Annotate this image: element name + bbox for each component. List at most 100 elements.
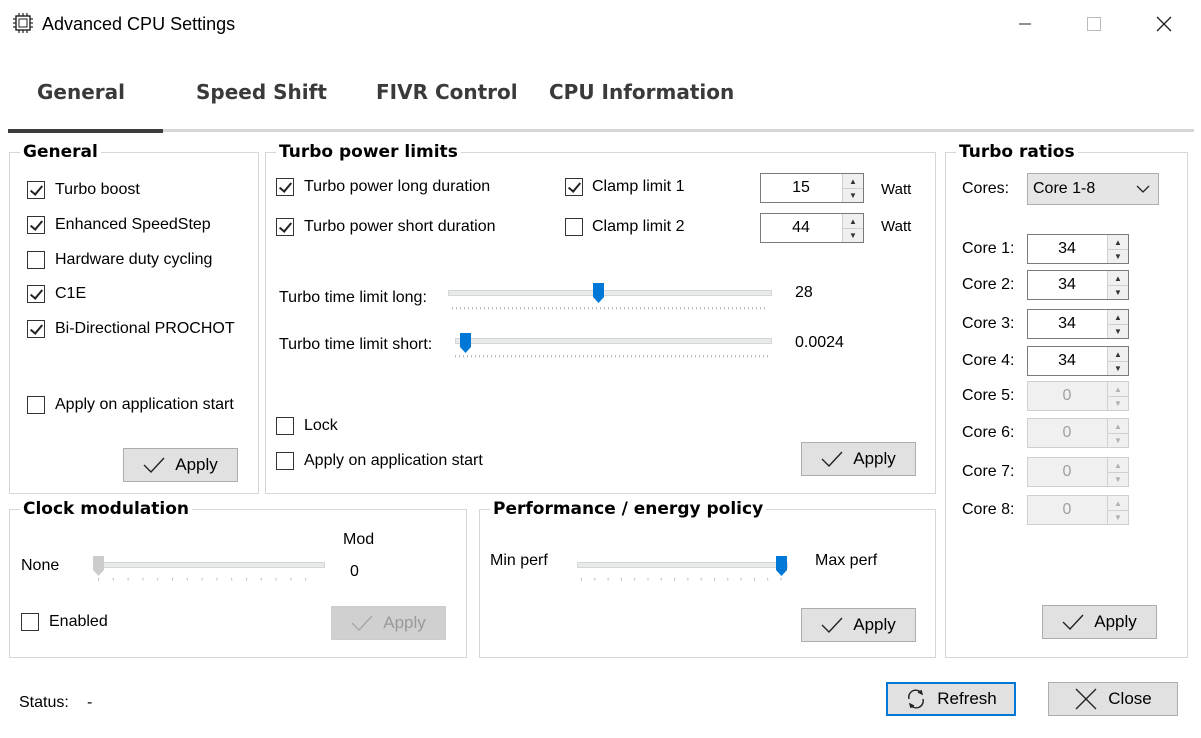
turbo-time-long-value: 28 [795,284,813,301]
clock-modulation-ticks [98,578,320,581]
refresh-icon [908,689,925,709]
general-apply-on-start-label: Apply on application start [55,396,234,413]
clamp-limit-1-label: Clamp limit 1 [592,178,685,195]
cpu-chip-icon [13,13,33,33]
clamp-limit-2-checkbox[interactable] [565,218,583,236]
spin-up-icon[interactable]: ▲ [1108,496,1128,511]
lock-label: Lock [304,417,338,434]
spin-up-icon[interactable]: ▲ [1108,419,1128,434]
core-2-spinner[interactable]: 34 ▲ ▼ [1027,270,1129,300]
clock-enabled-checkbox[interactable] [21,613,39,631]
turbo-apply-on-start-checkbox[interactable] [276,452,294,470]
spin-down-icon[interactable]: ▼ [843,188,863,202]
general-apply-on-start-checkbox[interactable] [27,396,45,414]
tab-general[interactable]: General [37,80,125,104]
spin-down-icon[interactable]: ▼ [1108,249,1128,263]
cores-dropdown-value: Core 1-8 [1033,180,1096,197]
power-limit-1-value: 15 [792,179,810,196]
tab-speed-shift[interactable]: Speed Shift [196,80,327,104]
core-7-value: 0 [1062,463,1072,480]
turbo-time-long-ticks [452,307,768,310]
core-8-value: 0 [1062,501,1072,518]
refresh-button[interactable]: Refresh [886,682,1016,716]
spin-down-icon[interactable]: ▼ [1108,510,1128,524]
spin-up-icon[interactable]: ▲ [843,214,863,229]
clock-mod-label: Mod [343,531,375,548]
turbo-boost-checkbox[interactable] [27,181,45,199]
spin-down-icon[interactable]: ▼ [843,228,863,242]
core-3-spinner[interactable]: 34 ▲ ▼ [1027,309,1129,339]
power-limit-2-unit: Watt [881,218,912,235]
checkmark-icon [1062,614,1084,630]
clamp-limit-1-checkbox[interactable] [565,178,583,196]
power-limit-2-value: 44 [792,219,810,236]
clock-modulation-title: Clock modulation [20,499,192,519]
power-limit-1-spinner[interactable]: 15 ▲ ▼ [760,173,864,203]
turbo-ratios-apply-button[interactable]: Apply [1042,605,1157,639]
spin-down-icon[interactable]: ▼ [1108,433,1128,447]
general-apply-button[interactable]: Apply [123,448,238,482]
tab-divider [8,129,1194,132]
spin-down-icon[interactable]: ▼ [1108,396,1128,410]
minimize-button[interactable] [1002,8,1048,40]
enhanced-speedstep-checkbox[interactable] [27,216,45,234]
power-limit-2-spinner[interactable]: 44 ▲ ▼ [760,213,864,243]
core-6-label: Core 6: [962,424,1015,441]
spin-down-icon[interactable]: ▼ [1108,285,1128,299]
close-button[interactable]: Close [1048,682,1178,716]
core-6-spinner[interactable]: 0 ▲ ▼ [1027,418,1129,448]
spin-up-icon[interactable]: ▲ [843,174,863,189]
chevron-down-icon [1136,185,1150,193]
core-7-spinner[interactable]: 0 ▲ ▼ [1027,457,1129,487]
clock-modulation-track[interactable] [96,562,325,568]
cores-dropdown[interactable]: Core 1-8 [1027,173,1159,205]
clock-apply-button[interactable]: Apply [331,606,446,640]
turbo-boost-label: Turbo boost [55,181,140,198]
spin-up-icon[interactable]: ▲ [1108,347,1128,362]
tab-cpu-information[interactable]: CPU Information [549,80,734,104]
spin-up-icon[interactable]: ▲ [1108,310,1128,325]
c1e-checkbox[interactable] [27,285,45,303]
turbo-time-short-track[interactable] [455,338,772,344]
hardware-duty-cycling-label: Hardware duty cycling [55,251,213,268]
checkmark-icon [821,451,843,467]
perf-policy-apply-button[interactable]: Apply [801,608,916,642]
bidirectional-prochot-checkbox[interactable] [27,320,45,338]
hardware-duty-cycling-checkbox[interactable] [27,251,45,269]
close-window-button[interactable] [1141,8,1187,40]
title-bar: Advanced CPU Settings [0,0,1201,48]
core-1-spinner[interactable]: 34 ▲ ▼ [1027,234,1129,264]
lock-checkbox[interactable] [276,417,294,435]
core-6-value: 0 [1062,424,1072,441]
core-4-label: Core 4: [962,352,1015,369]
spin-up-icon[interactable]: ▲ [1108,235,1128,250]
core-7-label: Core 7: [962,463,1015,480]
maximize-button[interactable] [1071,8,1117,40]
clock-enabled-label: Enabled [49,613,108,630]
tab-fivr-control[interactable]: FIVR Control [376,80,518,104]
core-5-label: Core 5: [962,387,1015,404]
core-8-spinner[interactable]: 0 ▲ ▼ [1027,495,1129,525]
min-perf-label: Min perf [490,552,548,569]
status-label: Status: [19,694,69,711]
spin-up-icon[interactable]: ▲ [1108,458,1128,473]
turbo-power-long-checkbox[interactable] [276,178,294,196]
spin-down-icon[interactable]: ▼ [1108,472,1128,486]
turbo-power-long-label: Turbo power long duration [304,178,491,195]
turbo-power-apply-button[interactable]: Apply [801,442,916,476]
core-3-value: 34 [1058,315,1076,332]
core-8-label: Core 8: [962,501,1015,518]
turbo-power-short-label: Turbo power short duration [304,218,496,235]
spin-down-icon[interactable]: ▼ [1108,361,1128,375]
general-group-title: General [20,142,101,162]
checkmark-icon [143,457,165,473]
spin-up-icon[interactable]: ▲ [1108,271,1128,286]
core-4-spinner[interactable]: 34 ▲ ▼ [1027,346,1129,376]
perf-policy-track[interactable] [577,562,788,568]
turbo-power-short-checkbox[interactable] [276,218,294,236]
core-5-spinner[interactable]: 0 ▲ ▼ [1027,381,1129,411]
turbo-time-long-track[interactable] [448,290,772,296]
spin-up-icon[interactable]: ▲ [1108,382,1128,397]
tab-selected-indicator [8,129,163,133]
spin-down-icon[interactable]: ▼ [1108,324,1128,338]
